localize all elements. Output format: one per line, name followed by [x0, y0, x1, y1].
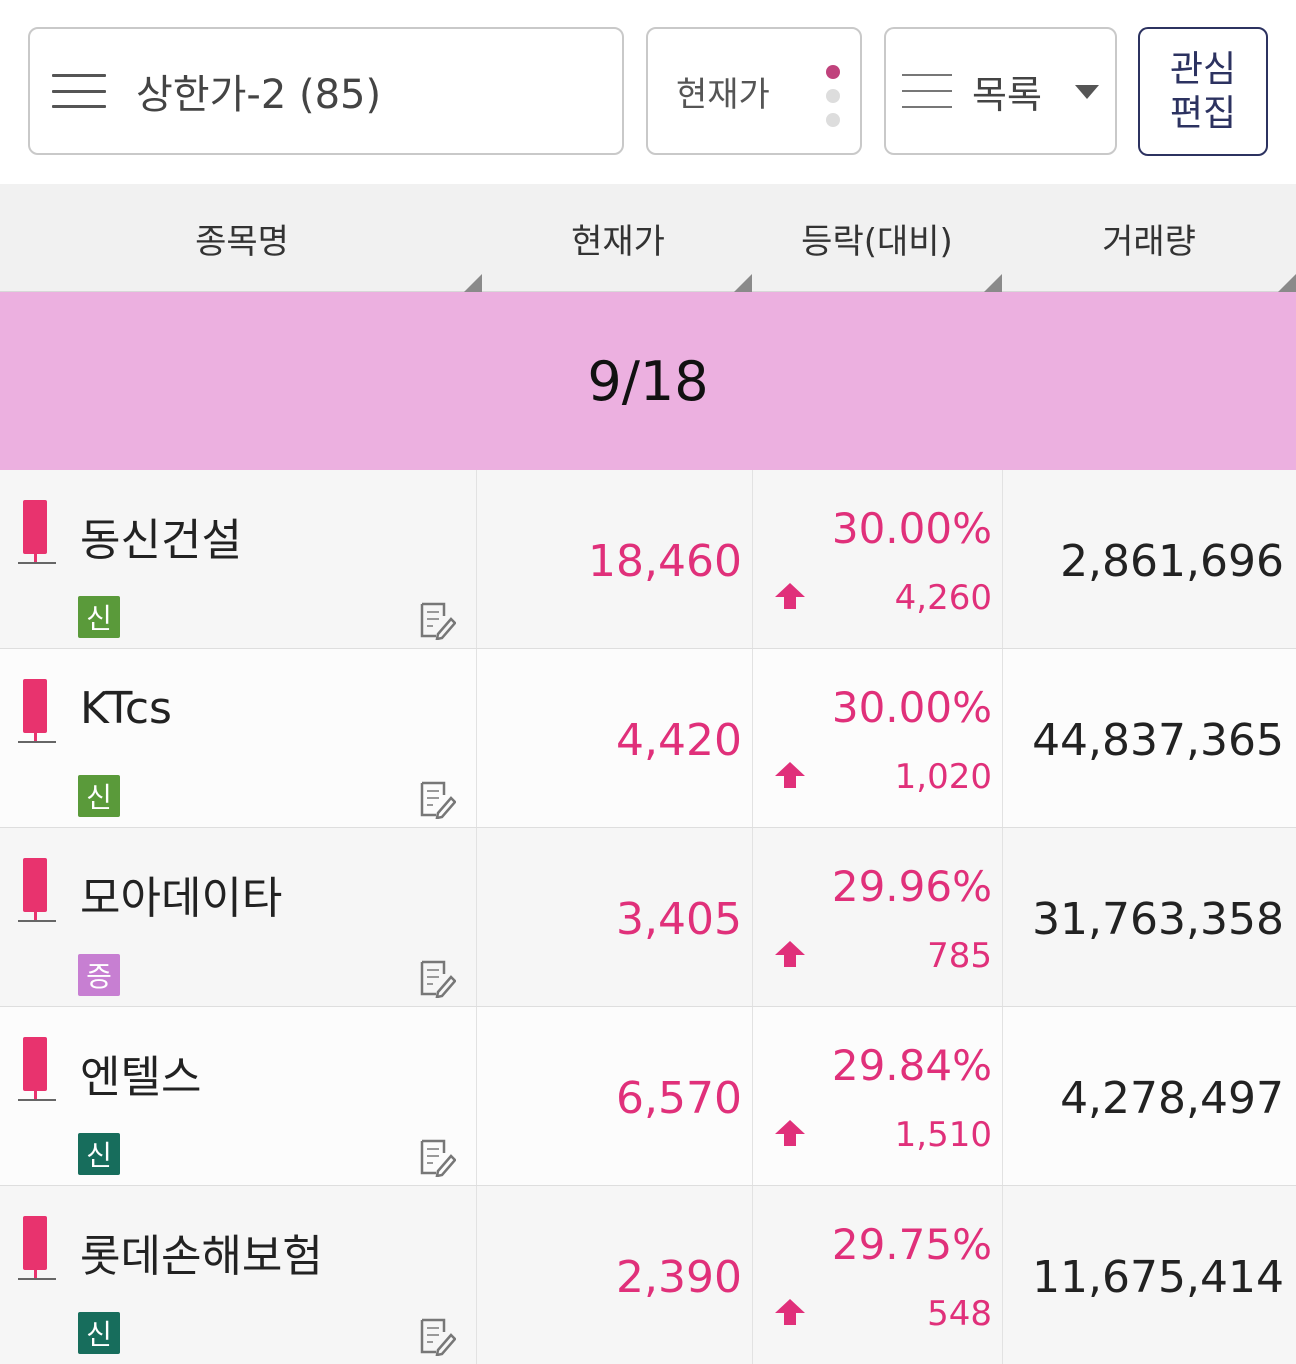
stock-name: 롯데손해보험	[80, 1231, 323, 1282]
watchlist-title: 상한가-2 (85)	[136, 72, 382, 118]
trade-volume: 31,763,358	[1032, 894, 1284, 945]
column-header-price-label: 현재가	[571, 221, 665, 262]
edit-button-line2: 편집	[1169, 92, 1237, 134]
up-arrow-icon	[775, 583, 805, 609]
column-divider	[476, 470, 477, 648]
date-banner: 9/18	[0, 292, 1296, 470]
candlestick-icon	[18, 500, 56, 564]
stock-badge: 증	[78, 954, 120, 996]
change-percent: 30.00%	[831, 683, 992, 732]
column-header-price[interactable]: 현재가	[484, 184, 752, 292]
top-toolbar: 상한가-2 (85) 현재가 목록 관심 편집	[0, 0, 1296, 184]
banner-date: 9/18	[587, 349, 709, 413]
column-divider	[752, 828, 753, 1006]
view-mode-dropdown[interactable]: 목록	[884, 27, 1117, 155]
column-header-change[interactable]: 등락(대비)	[752, 184, 1002, 292]
stock-list: 동신건설신 18,460 30.00% 4,260 2,861,696 KTcs 신 4,4…	[0, 470, 1296, 1364]
change-percent: 30.00%	[831, 504, 992, 553]
sort-corner-icon	[464, 274, 482, 292]
stock-name: KTcs	[80, 683, 172, 734]
stock-row[interactable]: 모아데이타증 3,405 29.96% 785 31,763,358	[0, 828, 1296, 1007]
up-arrow-icon	[775, 762, 805, 788]
list-view-icon	[902, 74, 952, 108]
column-header: 종목명 현재가 등락(대비) 거래량	[0, 184, 1296, 292]
change-amount: 785	[927, 936, 992, 976]
sort-corner-icon	[734, 274, 752, 292]
change-amount: 1,020	[894, 757, 992, 797]
column-divider	[476, 1186, 477, 1364]
column-divider	[752, 470, 753, 648]
change-percent: 29.96%	[831, 862, 992, 911]
column-divider	[752, 1007, 753, 1185]
column-header-name-label: 종목명	[195, 221, 289, 262]
column-header-volume-label: 거래량	[1102, 221, 1196, 262]
candlestick-icon	[18, 1037, 56, 1101]
stock-badge: 신	[78, 1133, 120, 1175]
stock-badge: 신	[78, 775, 120, 817]
memo-edit-icon[interactable]	[418, 779, 456, 819]
column-header-volume[interactable]: 거래량	[1002, 184, 1296, 292]
view-mode-label: 목록	[972, 72, 1042, 117]
memo-edit-icon[interactable]	[418, 600, 456, 640]
stock-row[interactable]: 엔텔스신 6,570 29.84% 1,510 4,278,497	[0, 1007, 1296, 1186]
price-toggle-label: 현재가	[676, 74, 770, 115]
change-amount: 548	[927, 1294, 992, 1334]
current-price: 4,420	[616, 715, 742, 766]
current-price: 6,570	[616, 1073, 742, 1124]
hamburger-icon	[52, 74, 106, 108]
up-arrow-icon	[775, 1120, 805, 1146]
column-divider	[752, 649, 753, 827]
candlestick-icon	[18, 679, 56, 743]
sort-corner-icon	[1278, 274, 1296, 292]
candlestick-icon	[18, 858, 56, 922]
memo-edit-icon[interactable]	[418, 1137, 456, 1177]
change-percent: 29.75%	[831, 1220, 992, 1269]
price-toggle-button[interactable]: 현재가	[646, 27, 862, 155]
page-indicator-dots-icon	[826, 65, 840, 127]
watchlist-selector[interactable]: 상한가-2 (85)	[28, 27, 624, 155]
stock-badge: 신	[78, 596, 120, 638]
up-arrow-icon	[775, 941, 805, 967]
stock-name: 모아데이타	[80, 873, 283, 924]
column-divider	[476, 649, 477, 827]
column-divider	[752, 1186, 753, 1364]
memo-edit-icon[interactable]	[418, 1316, 456, 1356]
edit-watchlist-button[interactable]: 관심 편집	[1138, 27, 1268, 156]
trade-volume: 44,837,365	[1032, 715, 1284, 766]
trade-volume: 11,675,414	[1032, 1252, 1284, 1303]
edit-button-line1: 관심	[1169, 48, 1237, 90]
column-divider	[476, 1007, 477, 1185]
change-amount: 4,260	[894, 578, 992, 618]
current-price: 2,390	[616, 1252, 742, 1303]
current-price: 3,405	[616, 894, 742, 945]
stock-row[interactable]: 동신건설신 18,460 30.00% 4,260 2,861,696	[0, 470, 1296, 649]
stock-badge: 신	[78, 1312, 120, 1354]
column-header-name[interactable]: 종목명	[0, 184, 484, 292]
current-price: 18,460	[588, 536, 742, 587]
column-divider	[476, 828, 477, 1006]
stock-name: 동신건설	[80, 515, 242, 566]
stock-row[interactable]: 롯데손해보험신 2,390 29.75% 548 11,675,414	[0, 1186, 1296, 1364]
chevron-down-icon	[1075, 85, 1099, 99]
memo-edit-icon[interactable]	[418, 958, 456, 998]
up-arrow-icon	[775, 1299, 805, 1325]
column-header-change-label: 등락(대비)	[801, 221, 953, 262]
change-percent: 29.84%	[831, 1041, 992, 1090]
sort-corner-icon	[984, 274, 1002, 292]
trade-volume: 2,861,696	[1060, 536, 1284, 587]
candlestick-icon	[18, 1216, 56, 1280]
change-amount: 1,510	[894, 1115, 992, 1155]
trade-volume: 4,278,497	[1060, 1073, 1284, 1124]
stock-row[interactable]: KTcs 신 4,420 30.00% 1,020 44,837,365	[0, 649, 1296, 828]
stock-name: 엔텔스	[80, 1052, 202, 1103]
